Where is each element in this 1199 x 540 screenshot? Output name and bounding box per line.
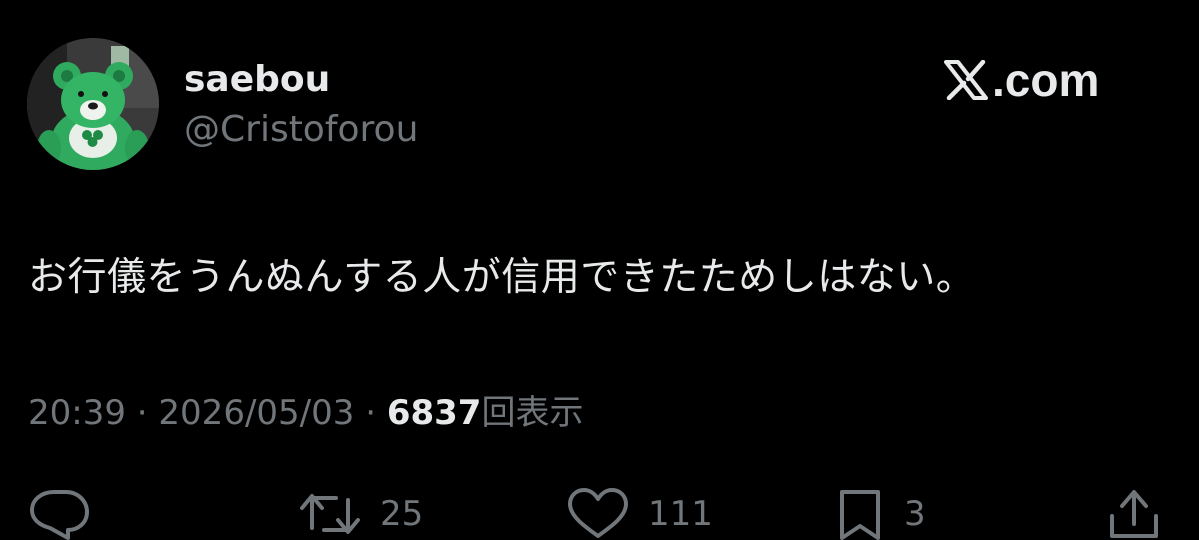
meta-separator: · bbox=[136, 393, 148, 433]
avatar[interactable] bbox=[27, 38, 159, 170]
reply-button[interactable] bbox=[28, 488, 92, 540]
repost-icon bbox=[298, 488, 362, 540]
views-label: 回表示 bbox=[481, 393, 584, 433]
heart-icon bbox=[566, 488, 630, 540]
tweet-date[interactable]: 2026/05/03 bbox=[158, 393, 354, 433]
meta-separator: · bbox=[365, 393, 377, 433]
share-button[interactable] bbox=[1106, 488, 1162, 540]
views-count: 6837 bbox=[386, 393, 482, 433]
reply-icon bbox=[28, 488, 92, 540]
like-count: 111 bbox=[648, 494, 713, 534]
tweet-meta: 20:39 · 2026/05/03 · 6837回表示 bbox=[28, 389, 583, 437]
bookmark-count: 3 bbox=[904, 494, 926, 534]
tweet-time[interactable]: 20:39 bbox=[28, 393, 126, 433]
brand-watermark: .com bbox=[944, 56, 1099, 104]
share-icon bbox=[1106, 488, 1162, 540]
tweet-text: お行儀をうんぬんする人が信用できたためしはない。 bbox=[28, 255, 976, 300]
like-button[interactable]: 111 bbox=[566, 488, 713, 540]
bookmark-button[interactable]: 3 bbox=[834, 488, 926, 540]
user-handle[interactable]: @Cristoforou bbox=[184, 108, 418, 152]
x-logo-icon bbox=[944, 60, 988, 100]
bookmark-icon bbox=[834, 488, 886, 540]
repost-button[interactable]: 25 bbox=[298, 488, 423, 540]
repost-count: 25 bbox=[380, 494, 424, 534]
brand-domain-text: .com bbox=[992, 54, 1100, 106]
display-name[interactable]: saebou bbox=[184, 58, 330, 102]
